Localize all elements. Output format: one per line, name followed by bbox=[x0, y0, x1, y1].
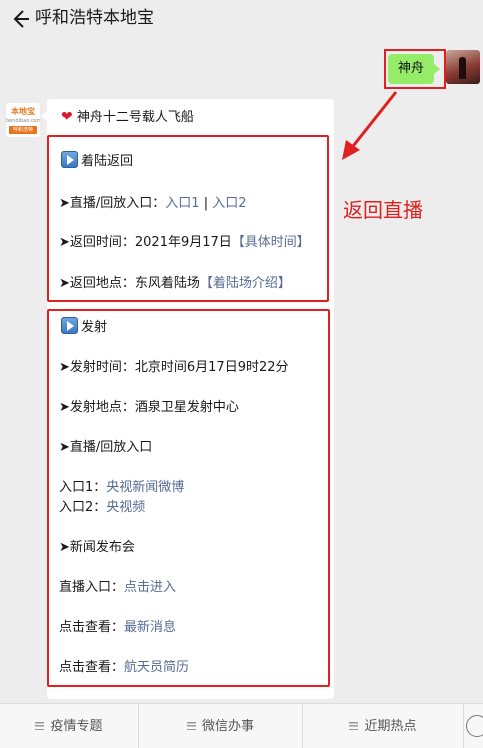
user-avatar[interactable] bbox=[446, 50, 480, 84]
bot-avatar[interactable]: 本地宝 bendibao.com 呼和浩特 bbox=[6, 103, 40, 137]
return-section-highlight-box bbox=[47, 135, 329, 302]
menu-icon bbox=[35, 722, 45, 730]
menu-tab-epidemic[interactable]: 疫情专题 bbox=[0, 704, 138, 748]
back-arrow-icon[interactable] bbox=[9, 8, 31, 30]
page-title: 呼和浩特本地宝 bbox=[35, 8, 154, 28]
menu-tab-label: 近期热点 bbox=[364, 719, 417, 734]
menu-tab-label: 微信办事 bbox=[201, 719, 254, 734]
bot-avatar-city: 呼和浩特 bbox=[9, 126, 37, 134]
heart-icon: ❤ bbox=[61, 109, 73, 125]
bottom-menu-bar: 疫情专题 微信办事 近期热点 bbox=[0, 703, 483, 748]
bot-avatar-site: bendibao.com bbox=[6, 118, 40, 124]
top-bar: 呼和浩特本地宝 bbox=[0, 0, 483, 40]
avatar-figure bbox=[459, 57, 466, 79]
menu-divider bbox=[463, 704, 464, 748]
launch-section-highlight-box bbox=[47, 309, 330, 687]
card-title-row: ❤ 神舟十二号载人飞船 bbox=[61, 108, 194, 127]
user-message-highlight-box bbox=[384, 49, 446, 89]
menu-tab-wechat-services[interactable]: 微信办事 bbox=[139, 704, 302, 748]
annotation-label: 返回直播 bbox=[343, 198, 423, 222]
keyboard-icon[interactable] bbox=[466, 715, 483, 737]
menu-icon bbox=[349, 722, 359, 730]
menu-tab-label: 疫情专题 bbox=[50, 719, 103, 734]
annotation-arrow-icon bbox=[342, 91, 398, 160]
menu-icon bbox=[186, 722, 196, 730]
card-title: 神舟十二号载人飞船 bbox=[76, 110, 194, 125]
menu-tab-hot-topics[interactable]: 近期热点 bbox=[303, 704, 463, 748]
bot-avatar-brand: 本地宝 bbox=[11, 107, 35, 116]
